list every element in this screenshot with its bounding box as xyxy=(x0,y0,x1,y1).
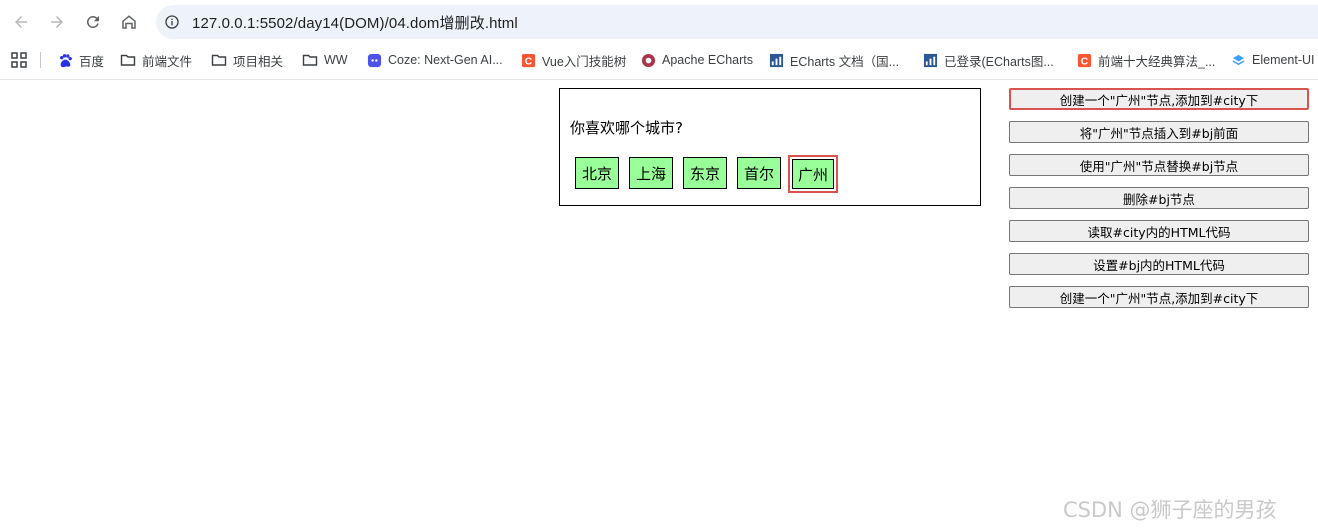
bookmark-folder-frontend[interactable]: 前端文件 xyxy=(120,50,192,70)
svg-text:C: C xyxy=(524,56,532,67)
bookmark-baidu[interactable]: 百度 xyxy=(57,50,104,70)
coze-icon xyxy=(366,52,382,68)
bookmark-folder-ww[interactable]: WW xyxy=(302,50,348,70)
folder-icon xyxy=(302,52,318,68)
bookmark-vue-skilltree[interactable]: C Vue入门技能树 xyxy=(520,50,626,70)
reload-icon[interactable] xyxy=(79,8,107,36)
chrome-divider xyxy=(0,79,1318,80)
read-city-html-button[interactable]: 读取#city内的HTML代码 xyxy=(1009,220,1309,242)
bookmark-coze[interactable]: Coze: Next-Gen AI... xyxy=(366,50,503,70)
bookmark-apache-echarts[interactable]: Apache ECharts xyxy=(640,50,753,70)
address-bar[interactable]: 127.0.0.1:5502/day14(DOM)/04.dom增删改.html xyxy=(156,5,1318,39)
browser-toolbar: 127.0.0.1:5502/day14(DOM)/04.dom增删改.html xyxy=(0,0,1318,44)
apps-grid-icon[interactable] xyxy=(11,52,27,68)
bookmarks-bar: 百度 前端文件 项目相关 WW Coze: Next-Gen AI... C V… xyxy=(0,44,1318,76)
folder-icon xyxy=(120,52,136,68)
bookmark-algorithms[interactable]: C 前端十大经典算法_... xyxy=(1076,50,1215,70)
append-guangzhou-button[interactable]: 创建一个"广州"节点,添加到#city下 xyxy=(1009,88,1309,110)
city-container: 你喜欢哪个城市? 北京 上海 东京 首尔 广州 xyxy=(559,88,981,206)
bookmark-echarts-logged-in[interactable]: 已登录(ECharts图... xyxy=(922,50,1054,70)
folder-icon xyxy=(211,52,227,68)
append-guangzhou-button-2[interactable]: 创建一个"广州"节点,添加到#city下 xyxy=(1009,286,1309,308)
csdn-watermark: CSDN @狮子座的男孩 xyxy=(1063,498,1277,522)
element-icon xyxy=(1230,52,1246,68)
city-item-guangzhou[interactable]: 广州 xyxy=(788,155,838,193)
csdn-icon: C xyxy=(1076,52,1092,68)
baidu-icon xyxy=(57,52,73,68)
forward-arrow-icon[interactable] xyxy=(43,8,71,36)
set-bj-html-button[interactable]: 设置#bj内的HTML代码 xyxy=(1009,253,1309,275)
home-icon[interactable] xyxy=(115,8,143,36)
remove-bj-button[interactable]: 删除#bj节点 xyxy=(1009,187,1309,209)
insert-before-bj-button[interactable]: 将"广州"节点插入到#bj前面 xyxy=(1009,121,1309,143)
city-item-seoul[interactable]: 首尔 xyxy=(737,157,781,189)
chart-icon xyxy=(922,52,938,68)
bookmark-element-ui[interactable]: Element-UI xyxy=(1230,50,1315,70)
question-text: 你喜欢哪个城市? xyxy=(570,119,683,137)
chart-icon xyxy=(768,52,784,68)
bookmark-folder-projects[interactable]: 项目相关 xyxy=(211,50,283,70)
svg-text:C: C xyxy=(1080,56,1088,67)
city-item-beijing[interactable]: 北京 xyxy=(575,157,619,189)
bookmarks-separator xyxy=(40,52,41,68)
url-text[interactable]: 127.0.0.1:5502/day14(DOM)/04.dom增删改.html xyxy=(192,12,518,33)
echarts-icon xyxy=(640,52,656,68)
bookmark-echarts-docs[interactable]: ECharts 文档（国... xyxy=(768,50,899,70)
city-item-tokyo[interactable]: 东京 xyxy=(683,157,727,189)
back-arrow-icon[interactable] xyxy=(7,8,35,36)
site-info-icon[interactable] xyxy=(161,11,183,33)
replace-bj-button[interactable]: 使用"广州"节点替换#bj节点 xyxy=(1009,154,1309,176)
city-item-shanghai[interactable]: 上海 xyxy=(629,157,673,189)
csdn-icon: C xyxy=(520,52,536,68)
